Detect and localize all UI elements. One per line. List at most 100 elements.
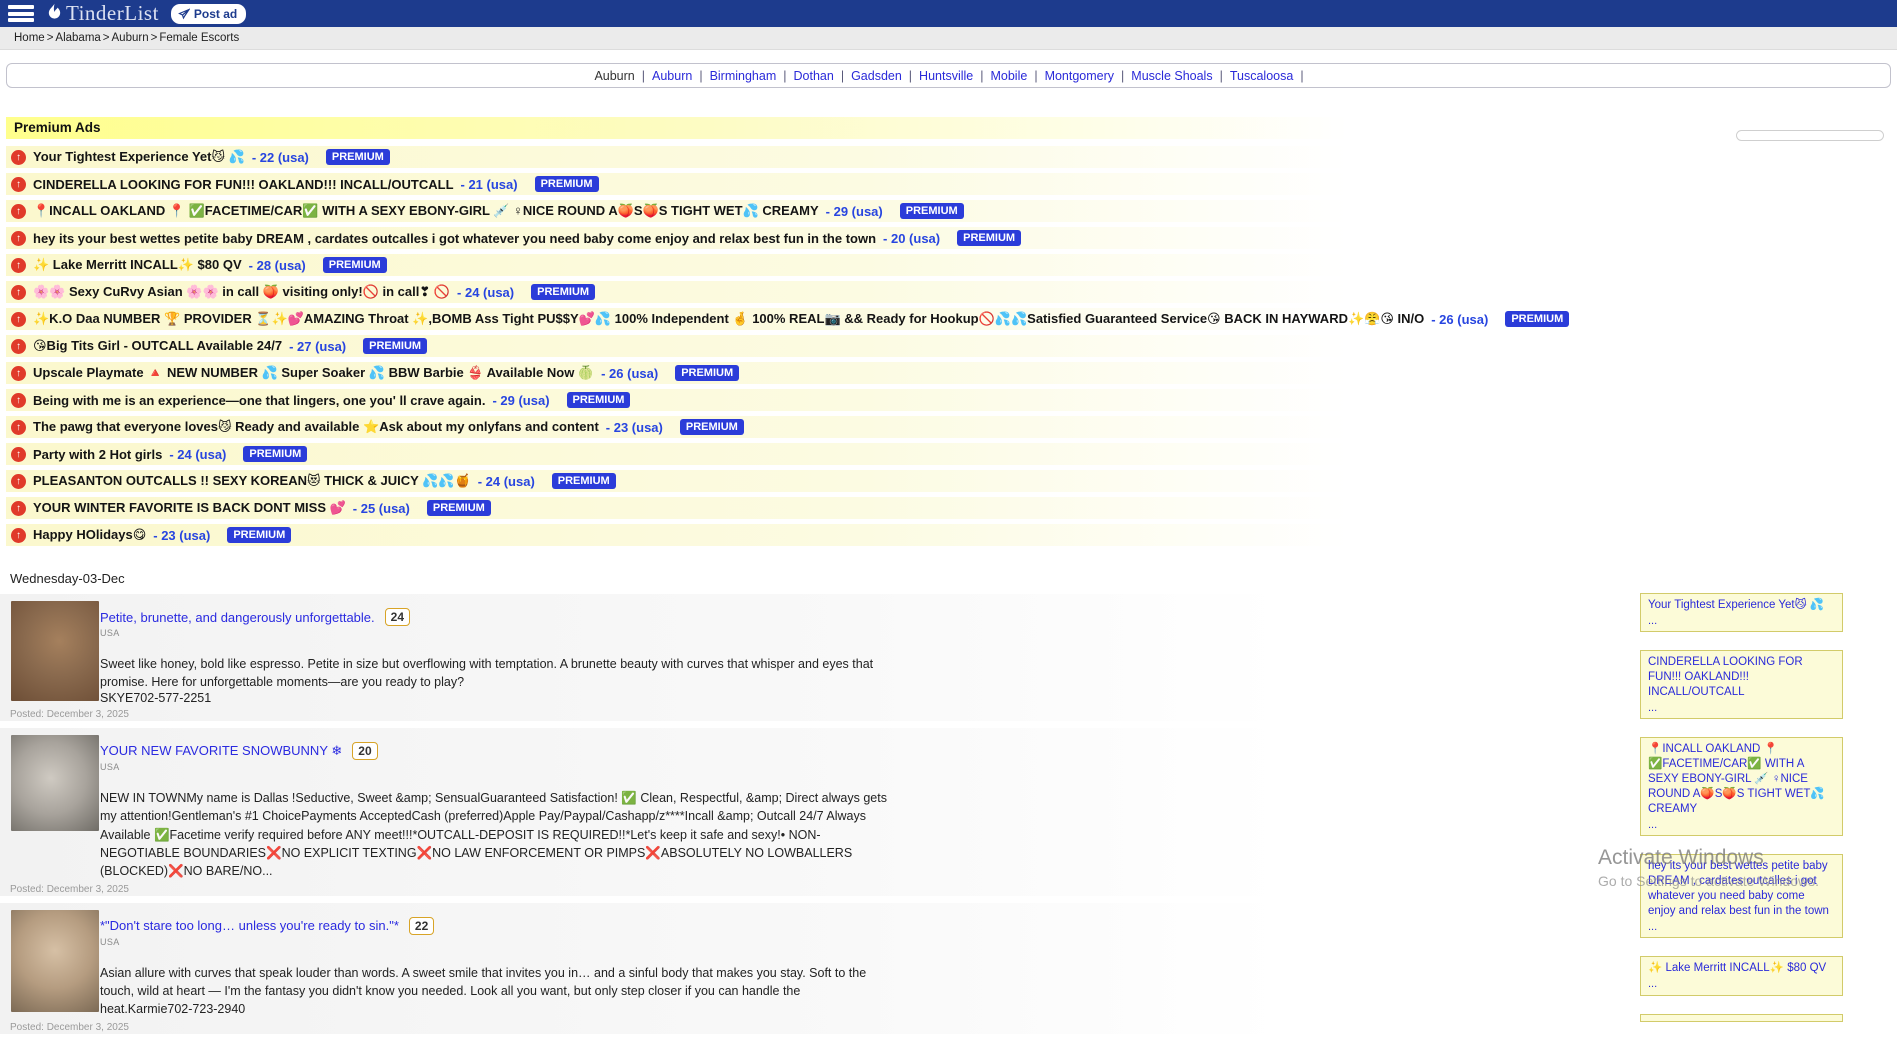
- bump-up-icon: ↑: [11, 312, 26, 327]
- premium-ad-row[interactable]: ↑ YOUR WINTER FAVORITE IS BACK DONT MISS…: [6, 497, 1566, 519]
- city-link-auburn-current[interactable]: Auburn: [594, 69, 634, 83]
- breadcrumb-separator: >: [47, 32, 54, 44]
- premium-ad-age: - 27 (usa): [289, 339, 346, 354]
- premium-ad-title: Happy HOlidays😋: [33, 527, 146, 543]
- breadcrumb-alabama[interactable]: Alabama: [55, 32, 100, 44]
- city-link-huntsville[interactable]: Huntsville: [919, 69, 973, 83]
- premium-ad-row[interactable]: ↑ Happy HOlidays😋 - 23 (usa) PREMIUM: [6, 524, 1566, 546]
- premium-ad-title: ✨K.O Daa NUMBER 🏆 PROVIDER ⏳✨💕AMAZING Th…: [33, 311, 1424, 327]
- premium-ad-row[interactable]: ↑ Being with me is an experience—one tha…: [6, 389, 1566, 411]
- city-link-birmingham[interactable]: Birmingham: [710, 69, 777, 83]
- breadcrumb-home[interactable]: Home: [14, 32, 45, 44]
- premium-badge: PREMIUM: [552, 473, 616, 489]
- separator: |: [642, 69, 645, 83]
- listing-country: USA: [100, 937, 1565, 947]
- sidebar-ad-box[interactable]: 📍INCALL OAKLAND 📍 ✅FACETIME/CAR✅ WITH A …: [1640, 737, 1843, 836]
- sidebar-ad-box[interactable]: ✨ Lake Merritt INCALL✨ $80 QV ...: [1640, 956, 1843, 995]
- city-link-auburn[interactable]: Auburn: [652, 69, 692, 83]
- city-link-montgomery[interactable]: Montgomery: [1045, 69, 1114, 83]
- premium-ad-row[interactable]: ↑ ✨ Lake Merritt INCALL✨ $80 QV - 28 (us…: [6, 254, 1566, 276]
- breadcrumb-auburn[interactable]: Auburn: [112, 32, 149, 44]
- premium-ad-row[interactable]: ↑ CINDERELLA LOOKING FOR FUN!!! OAKLAND!…: [6, 173, 1566, 195]
- empty-rounded-box: [1736, 130, 1884, 141]
- listing-title-link[interactable]: YOUR NEW FAVORITE SNOWBUNNY ❄: [100, 743, 342, 759]
- listing-title-link[interactable]: *"Don't stare too long… unless you're re…: [100, 918, 399, 933]
- listing-title-link[interactable]: Petite, brunette, and dangerously unforg…: [100, 610, 375, 625]
- premium-ad-row[interactable]: ↑ hey its your best wettes petite baby D…: [6, 227, 1566, 249]
- premium-section-title: Premium Ads: [6, 117, 1566, 139]
- city-link-tuscaloosa[interactable]: Tuscaloosa: [1230, 69, 1293, 83]
- brand-name: TinderList: [66, 1, 159, 26]
- date-header: Wednesday-03-Dec: [4, 571, 1897, 586]
- premium-ad-age: - 24 (usa): [478, 474, 535, 489]
- listing-card: *"Don't stare too long… unless you're re…: [0, 903, 1565, 1034]
- city-link-gadsden[interactable]: Gadsden: [851, 69, 902, 83]
- listing-description: NEW IN TOWNMy name is Dallas !Seductive,…: [100, 789, 890, 880]
- sidebar-ad-title: CINDERELLA LOOKING FOR FUN!!! OAKLAND!!!…: [1648, 656, 1803, 698]
- premium-ad-title: 😘Big Tits Girl - OUTCALL Available 24/7: [33, 338, 282, 354]
- listing-feed: Petite, brunette, and dangerously unforg…: [0, 594, 1565, 1040]
- city-link-mobile[interactable]: Mobile: [990, 69, 1027, 83]
- top-navbar: TinderList Post ad: [0, 0, 1897, 27]
- premium-ads-list: ↑ Your Tightest Experience Yet😼 💦 - 22 (…: [6, 146, 1566, 546]
- premium-ad-age: - 24 (usa): [457, 285, 514, 300]
- premium-ad-age: - 23 (usa): [153, 528, 210, 543]
- premium-badge: PREMIUM: [227, 527, 291, 543]
- premium-ad-row[interactable]: ↑ Your Tightest Experience Yet😼 💦 - 22 (…: [6, 146, 1566, 168]
- premium-badge: PREMIUM: [326, 149, 390, 165]
- premium-ad-row[interactable]: ↑ Party with 2 Hot girls - 24 (usa) PREM…: [6, 443, 1566, 465]
- premium-ad-row[interactable]: ↑ 🌸🌸 Sexy CuRvy Asian 🌸🌸 in call 🍑 visit…: [6, 281, 1566, 303]
- premium-ad-age: - 28 (usa): [249, 258, 306, 273]
- brand-logo[interactable]: TinderList: [46, 1, 159, 26]
- sidebar-ad-more: ...: [1648, 977, 1835, 991]
- listing-age-badge: 20: [352, 742, 377, 760]
- separator: |: [841, 69, 844, 83]
- paper-plane-icon: [178, 8, 190, 20]
- separator: |: [1300, 69, 1303, 83]
- premium-ad-row[interactable]: ↑ The pawg that everyone loves😼 Ready an…: [6, 416, 1566, 438]
- premium-ad-age: - 25 (usa): [353, 501, 410, 516]
- premium-ad-title: Your Tightest Experience Yet😼 💦: [33, 149, 245, 165]
- city-link-dothan[interactable]: Dothan: [794, 69, 834, 83]
- sidebar-ad-box[interactable]: hey its your best wettes petite baby DRE…: [1640, 854, 1843, 938]
- premium-ad-row[interactable]: ↑ PLEASANTON OUTCALLS !! SEXY KOREAN😻 TH…: [6, 470, 1566, 492]
- menu-icon[interactable]: [8, 5, 34, 22]
- listing-age-badge: 24: [385, 608, 410, 626]
- premium-badge: PREMIUM: [323, 257, 387, 273]
- listing-thumbnail[interactable]: [11, 735, 99, 831]
- premium-ad-row[interactable]: ↑ ✨K.O Daa NUMBER 🏆 PROVIDER ⏳✨💕AMAZING …: [6, 308, 1566, 330]
- sidebar-ad-more: ...: [1648, 920, 1835, 934]
- bump-up-icon: ↑: [11, 204, 26, 219]
- listing-thumbnail[interactable]: [11, 910, 99, 1012]
- bump-up-icon: ↑: [11, 231, 26, 246]
- listing-thumbnail[interactable]: [11, 601, 99, 701]
- premium-ad-age: - 20 (usa): [883, 231, 940, 246]
- separator: |: [783, 69, 786, 83]
- city-nav: Auburn | Auburn | Birmingham | Dothan | Gads…: [6, 63, 1891, 88]
- breadcrumb-female-escorts[interactable]: Female Escorts: [159, 32, 239, 44]
- separator: |: [980, 69, 983, 83]
- premium-ad-title: Party with 2 Hot girls: [33, 447, 162, 462]
- premium-ad-title: The pawg that everyone loves😼 Ready and …: [33, 419, 599, 435]
- breadcrumb: Home > Alabama > Auburn > Female Escorts: [0, 27, 1897, 50]
- premium-ad-age: - 24 (usa): [169, 447, 226, 462]
- sidebar-ad-more: ...: [1648, 614, 1835, 628]
- premium-badge: PREMIUM: [675, 365, 739, 381]
- sidebar-ad-box[interactable]: Your Tightest Experience Yet😼 💦 ...: [1640, 593, 1843, 632]
- city-link-muscle-shoals[interactable]: Muscle Shoals: [1131, 69, 1212, 83]
- premium-ad-row[interactable]: ↑ 😘Big Tits Girl - OUTCALL Available 24/…: [6, 335, 1566, 357]
- premium-ad-title: YOUR WINTER FAVORITE IS BACK DONT MISS 💕: [33, 500, 346, 516]
- sidebar-ad-box[interactable]: CINDERELLA LOOKING FOR FUN!!! OAKLAND!!!…: [1640, 650, 1843, 719]
- post-ad-button[interactable]: Post ad: [171, 4, 246, 24]
- premium-badge: PREMIUM: [363, 338, 427, 354]
- listing-card: YOUR NEW FAVORITE SNOWBUNNY ❄ 20 USA NEW…: [0, 728, 1565, 896]
- sidebar-ad-box-partial[interactable]: [1640, 1014, 1843, 1022]
- premium-ad-title: CINDERELLA LOOKING FOR FUN!!! OAKLAND!!!…: [33, 177, 454, 192]
- premium-ad-row[interactable]: ↑ 📍INCALL OAKLAND 📍 ✅FACETIME/CAR✅ WITH …: [6, 200, 1566, 222]
- premium-ad-age: - 21 (usa): [461, 177, 518, 192]
- sidebar-ad-more: ...: [1648, 818, 1835, 832]
- premium-ad-title: ✨ Lake Merritt INCALL✨ $80 QV: [33, 257, 242, 273]
- listing-country: USA: [100, 628, 1565, 638]
- premium-ad-row[interactable]: ↑ Upscale Playmate 🔺 NEW NUMBER 💦 Super …: [6, 362, 1566, 384]
- premium-badge: PREMIUM: [567, 392, 631, 408]
